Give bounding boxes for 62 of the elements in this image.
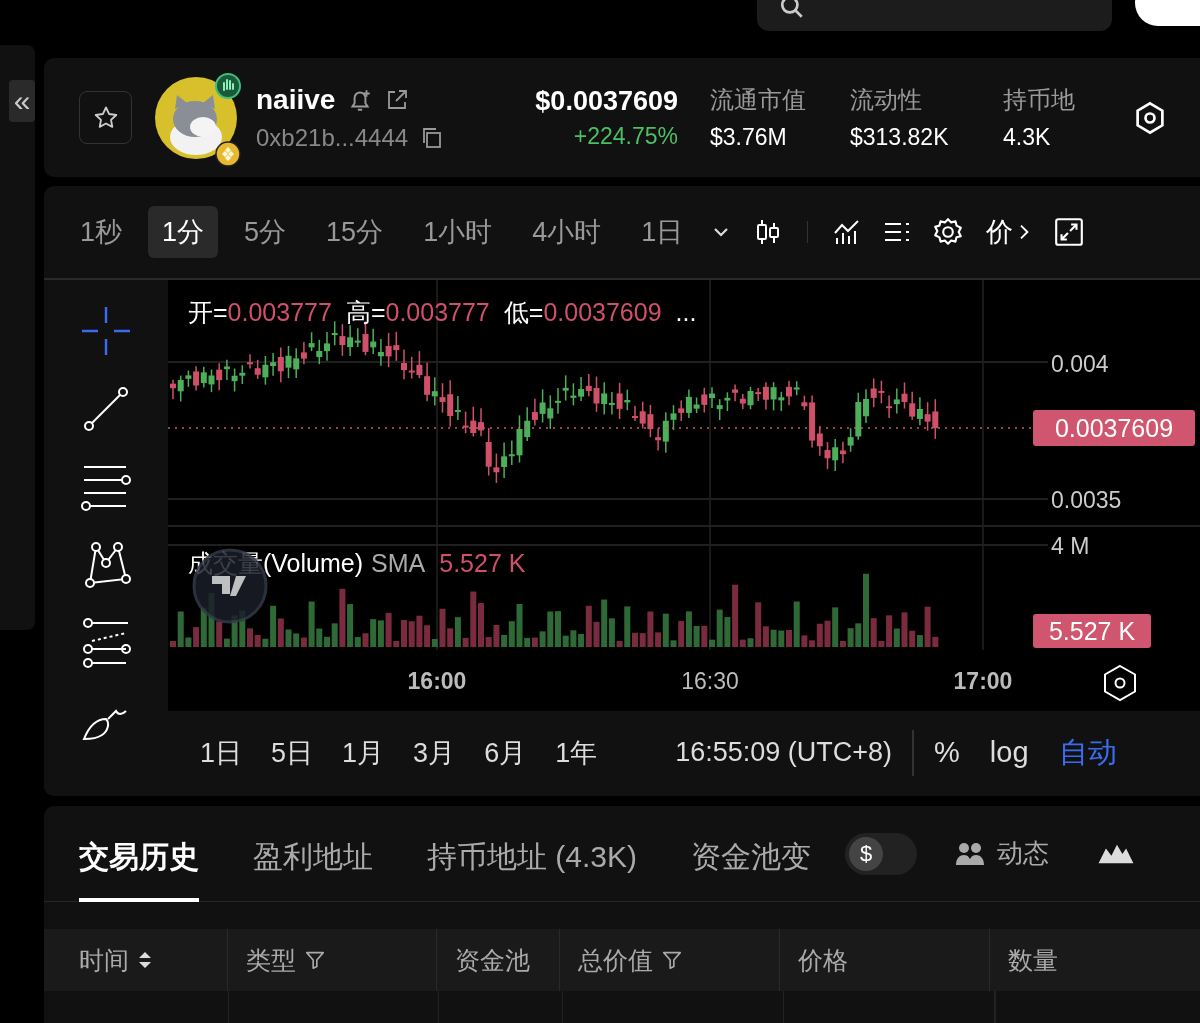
price-change: +224.75%: [573, 122, 678, 150]
favorite-button[interactable]: [79, 91, 132, 144]
tab[interactable]: 交易历史: [79, 805, 199, 902]
search-icon: [779, 0, 805, 20]
external-link-icon[interactable]: [385, 87, 410, 112]
interval-tab[interactable]: 1秒: [66, 206, 137, 258]
time-axis-label: 16:00: [407, 668, 467, 694]
range-button[interactable]: 1日: [200, 734, 243, 771]
volume-axis-label: 4 M: [1051, 533, 1090, 559]
fibonacci-icon[interactable]: [80, 617, 132, 669]
settings-icon[interactable]: [932, 216, 965, 248]
column-header: 数量: [1008, 944, 1058, 976]
ohlc-legend: 开=0.003777 高=0.003777 低=0.0037609 ...: [188, 298, 697, 326]
tab[interactable]: 持币地址 (4.3K): [427, 805, 638, 902]
interval-tab[interactable]: 1日: [627, 206, 698, 258]
interval-tab[interactable]: 4小时: [518, 206, 616, 258]
activity-label[interactable]: 动态: [997, 836, 1050, 871]
interval-tab[interactable]: 1分: [148, 206, 219, 258]
column-header: 时间: [79, 944, 129, 976]
last-volume-tag: 5.527 K: [1033, 614, 1151, 648]
coin-badge-icon: [215, 140, 241, 167]
stat-label: 流动性: [850, 85, 923, 115]
column-header: 总价值: [578, 944, 653, 976]
scale-option[interactable]: %: [934, 736, 960, 769]
filter-icon[interactable]: [304, 949, 326, 971]
column-header: 类型: [246, 944, 296, 976]
time-axis-label: 17:00: [953, 668, 1013, 694]
usd-toggle[interactable]: $: [845, 832, 918, 875]
scale-option[interactable]: log: [989, 736, 1029, 769]
scale-option[interactable]: 自动: [1058, 732, 1117, 773]
price-axis-label: 0.0035: [1051, 487, 1122, 513]
tab[interactable]: 资金池变: [691, 805, 812, 902]
time-axis-label: 16:30: [681, 668, 739, 694]
interval-tab[interactable]: 5分: [230, 206, 301, 258]
token-name: naiive: [256, 83, 336, 116]
range-button[interactable]: 3月: [413, 734, 456, 771]
collapse-button[interactable]: «: [9, 80, 35, 122]
range-button[interactable]: 5日: [271, 734, 314, 771]
clock-time: 16:55:09 (UTC+8): [675, 737, 893, 768]
price-axis-label: 0.004: [1051, 351, 1109, 377]
stat-value: 4.3K: [1003, 124, 1052, 151]
interval-tab[interactable]: 15分: [312, 206, 398, 258]
token-price: $0.0037609: [535, 85, 678, 117]
range-button[interactable]: 1月: [342, 734, 385, 771]
stat-label: 流通市值: [710, 85, 807, 115]
token-address: 0xb21b...4444: [256, 123, 409, 152]
stat-value: $313.82K: [850, 124, 950, 151]
price-button[interactable]: 价: [986, 214, 1014, 250]
column-header: 价格: [798, 944, 848, 976]
settings-icon[interactable]: [1104, 664, 1136, 702]
stat-label: 持币地: [1003, 85, 1076, 115]
people-icon[interactable]: [955, 841, 986, 866]
interval-tab[interactable]: 1小时: [409, 206, 507, 258]
range-button[interactable]: 6月: [484, 734, 527, 771]
range-button[interactable]: 1年: [555, 734, 598, 771]
filter-icon[interactable]: [661, 949, 683, 971]
crosshair-icon[interactable]: [80, 305, 132, 357]
fullscreen-icon[interactable]: [1053, 216, 1086, 248]
tab[interactable]: 盈利地址: [253, 805, 373, 902]
stat-value: $3.76M: [710, 124, 788, 151]
last-price-tag: 0.0037609: [1033, 410, 1195, 446]
column-header: 资金池: [455, 944, 530, 976]
